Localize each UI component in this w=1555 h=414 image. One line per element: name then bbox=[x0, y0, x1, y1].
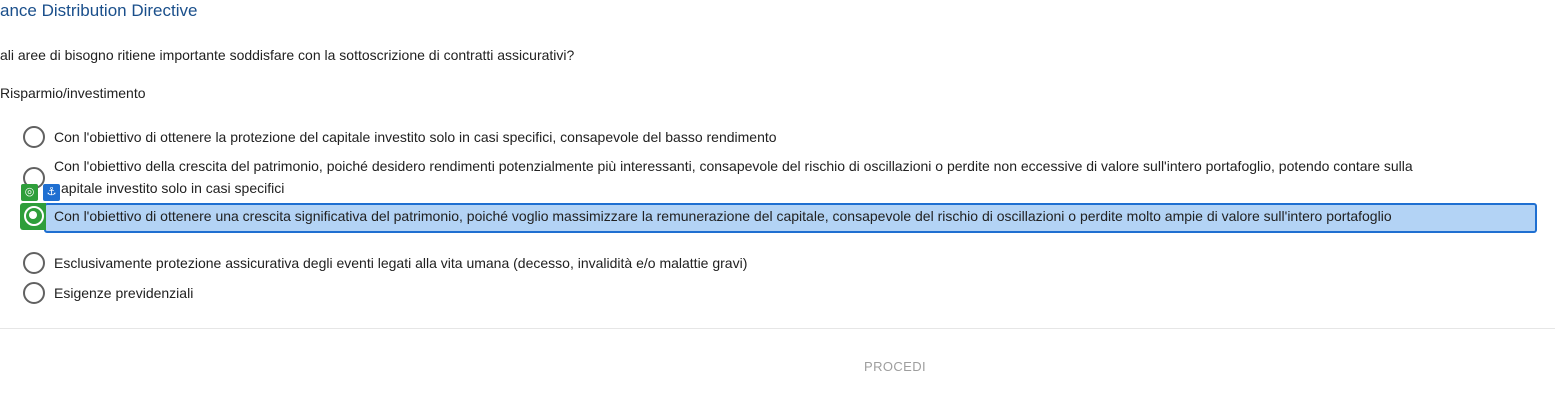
question-text: ali aree di bisogno ritiene importante s… bbox=[0, 47, 575, 63]
anchor-icon: ⚓ bbox=[43, 184, 60, 201]
radio-button-1[interactable] bbox=[23, 126, 45, 148]
radio-option-1-label[interactable]: Con l'obiettivo di ottenere la protezion… bbox=[54, 126, 777, 148]
radio-option-3-label[interactable]: Con l'obiettivo di ottenere una crescita… bbox=[54, 205, 1392, 227]
radio-button-4[interactable] bbox=[23, 252, 45, 274]
category-label: Risparmio/investimento bbox=[0, 85, 146, 101]
page: ance Distribution Directive ali aree di … bbox=[0, 0, 1555, 414]
radio-option-2-label-line2[interactable]: apitale investito solo in casi specifici bbox=[61, 177, 284, 199]
radio-option-2-label-line1[interactable]: Con l'obiettivo della crescita del patri… bbox=[54, 155, 1413, 177]
procedi-button[interactable]: PROCEDI bbox=[864, 359, 926, 374]
radio-option-5-label[interactable]: Esigenze previdenziali bbox=[54, 282, 193, 304]
target-icon: ◎ bbox=[21, 184, 38, 201]
page-title: ance Distribution Directive bbox=[0, 1, 198, 20]
radio-option-4-label[interactable]: Esclusivamente protezione assicurativa d… bbox=[54, 252, 747, 274]
target-dot-icon bbox=[29, 211, 37, 219]
radio-button-5[interactable] bbox=[23, 282, 45, 304]
divider bbox=[0, 328, 1555, 329]
